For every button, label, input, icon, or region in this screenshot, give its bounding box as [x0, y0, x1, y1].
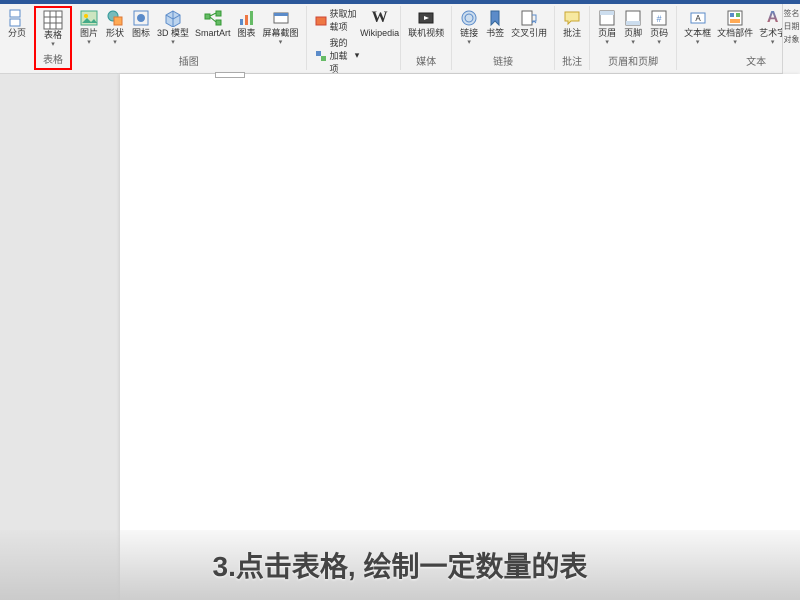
svg-text:#: #: [657, 14, 662, 24]
comment-button[interactable]: 批注: [559, 6, 585, 41]
picture-icon: [79, 8, 99, 28]
video-icon: [416, 8, 436, 28]
chevron-down-icon: ▾: [696, 39, 700, 46]
object-button[interactable]: 对象: [784, 34, 800, 45]
wikipedia-button[interactable]: W Wikipedia: [363, 6, 396, 41]
group-label-media: 媒体: [416, 53, 436, 70]
smartart-button[interactable]: SmartArt: [192, 6, 234, 41]
page-break-button[interactable]: 分页: [4, 6, 30, 41]
screenshot-button[interactable]: 屏幕截图 ▾: [260, 6, 302, 48]
ribbon-group-media: 联机视频 媒体: [401, 6, 452, 70]
cube-icon: [163, 8, 183, 28]
quickparts-button[interactable]: 文档部件 ▾: [714, 6, 756, 48]
header-icon: [597, 8, 617, 28]
group-label-comments: 批注: [562, 53, 582, 70]
ribbon-group-tables: 表格 ▾ 表格: [34, 6, 72, 70]
chevron-down-icon: ▾: [171, 39, 175, 46]
icons-button[interactable]: 图标: [128, 6, 154, 41]
bookmark-button[interactable]: 书签: [482, 6, 508, 41]
textbox-icon: A: [688, 8, 708, 28]
online-video-button[interactable]: 联机视频: [405, 6, 447, 41]
document-area: [0, 74, 800, 600]
page-number-icon: #: [649, 8, 669, 28]
smartart-icon: [203, 8, 223, 28]
ribbon-group-comments: 批注 批注: [555, 6, 590, 70]
pictures-button[interactable]: 图片 ▾: [76, 6, 102, 48]
footer-button[interactable]: 页脚 ▾: [620, 6, 646, 48]
comment-icon: [562, 8, 582, 28]
chevron-down-icon: ▾: [631, 39, 635, 46]
chevron-down-icon: ▾: [87, 39, 91, 46]
link-icon: [459, 8, 479, 28]
group-label-illustrations: 插图: [179, 53, 199, 70]
get-addins-button[interactable]: 获取加载项: [311, 6, 364, 34]
table-button[interactable]: 表格 ▾: [40, 8, 66, 50]
chevron-down-icon: ▾: [279, 39, 283, 46]
shapes-icon: [105, 8, 125, 28]
date-button[interactable]: 日期: [784, 21, 800, 32]
ribbon-group-links: 链接 ▾ 书签 交叉引用 链接: [452, 6, 555, 70]
chevron-down-icon: ▾: [733, 39, 737, 46]
ruler-indent-marker[interactable]: [215, 72, 245, 78]
chevron-down-icon: ▾: [113, 39, 117, 46]
wordart-icon: A: [763, 8, 783, 28]
cross-ref-icon: [519, 8, 539, 28]
ribbon-group-addins: 获取加载项 我的加载项 ▾ W Wikipedia 加载项: [307, 6, 402, 70]
addins-icon: [315, 49, 327, 63]
quickparts-icon: [725, 8, 745, 28]
shapes-button[interactable]: 形状 ▾: [102, 6, 128, 48]
ribbon-group-headerfooter: 页眉 ▾ 页脚 ▾ # 页码 ▾ 页眉和页脚: [590, 6, 677, 70]
chevron-down-icon: ▾: [657, 39, 661, 46]
screenshot-icon: [271, 8, 291, 28]
store-icon: [315, 13, 327, 27]
header-button[interactable]: 页眉 ▾: [594, 6, 620, 48]
chevron-down-icon: ▾: [51, 41, 55, 48]
document-page[interactable]: [120, 74, 800, 600]
my-addins-button[interactable]: 我的加载项 ▾: [311, 35, 364, 76]
ribbon: 分页 表格 ▾ 表格 图片 ▾ 形状: [0, 4, 800, 74]
footer-icon: [623, 8, 643, 28]
page-break-icon: [7, 8, 27, 28]
page-number-button[interactable]: # 页码 ▾: [646, 6, 672, 48]
link-button[interactable]: 链接 ▾: [456, 6, 482, 48]
ribbon-group-illustrations: 图片 ▾ 形状 ▾ 图标 3D 模型 ▾ SmartArt: [72, 6, 307, 70]
3d-models-button[interactable]: 3D 模型 ▾: [154, 6, 192, 48]
chart-button[interactable]: 图表: [234, 6, 260, 41]
chart-icon: [237, 8, 257, 28]
signature-button[interactable]: 签名: [784, 8, 800, 19]
group-label-text: 文本: [746, 53, 766, 70]
ribbon-collapsed-right: 签名 日期 对象: [782, 4, 800, 74]
chevron-down-icon: ▾: [605, 39, 609, 46]
group-label-tables: 表格: [43, 51, 63, 68]
chevron-down-icon: ▾: [355, 50, 360, 61]
icons-icon: [131, 8, 151, 28]
table-icon: [43, 10, 63, 30]
bookmark-icon: [485, 8, 505, 28]
group-label-links: 链接: [493, 53, 513, 70]
wikipedia-icon: W: [370, 8, 390, 28]
svg-text:A: A: [695, 14, 701, 23]
ribbon-group-pages: 分页: [0, 6, 34, 70]
textbox-button[interactable]: A 文本框 ▾: [681, 6, 714, 48]
tutorial-subtitle: 3.点击表格, 绘制一定数量的表: [0, 530, 800, 600]
chevron-down-icon: ▾: [771, 39, 775, 46]
group-label-headerfooter: 页眉和页脚: [608, 53, 658, 70]
left-gutter: [0, 74, 120, 600]
cross-ref-button[interactable]: 交叉引用: [508, 6, 550, 41]
chevron-down-icon: ▾: [467, 39, 471, 46]
